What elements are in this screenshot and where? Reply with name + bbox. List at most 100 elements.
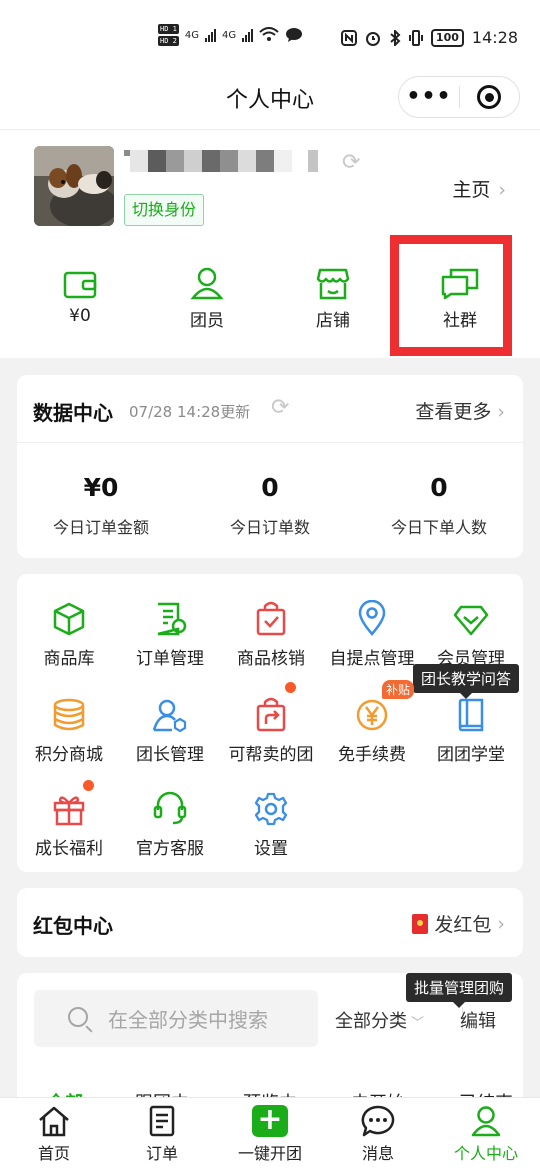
profile-icon [471, 1106, 501, 1137]
menu-label: 可帮卖的团 [228, 745, 314, 765]
menu-label: 订单管理 [136, 649, 204, 669]
data-center-header: 数据中心 07/28 14:28更新 ⟳ 查看更多 › [17, 375, 523, 443]
edit-button[interactable]: 编辑 [460, 1007, 496, 1033]
stat-label: 今日订单金额 [52, 518, 149, 537]
search-input[interactable]: 在全部分类中搜索 [34, 990, 318, 1047]
notification-dot [285, 682, 296, 693]
nav-label: 首页 [37, 1144, 70, 1163]
message-icon [361, 1105, 395, 1137]
stat-label: 今日订单数 [229, 518, 310, 537]
nav-label: 订单 [145, 1144, 178, 1163]
menu-label: 自提点管理 [329, 649, 415, 669]
quick-members-label: 团员 [190, 311, 224, 331]
more-dots-icon[interactable]: ••• [399, 86, 459, 108]
nav-messages[interactable]: 消息 [328, 1104, 428, 1164]
nav-start-group[interactable]: + 一键开团 [220, 1104, 320, 1164]
quick-store-label: 店铺 [316, 311, 350, 331]
plus-icon: + [252, 1105, 288, 1137]
book-icon [458, 698, 484, 732]
menu-member-management[interactable]: 会员管理 [419, 598, 523, 669]
chevron-right-icon: › [497, 912, 505, 935]
menu-label: 团长管理 [136, 745, 204, 765]
clock: 14:28 [471, 28, 518, 47]
menu-growth-benefits[interactable]: 成长福利 [17, 780, 121, 859]
chevron-down-icon: ﹀ [411, 1016, 425, 1031]
teaching-tooltip[interactable]: 团长教学问答 [413, 664, 520, 699]
verify-bag-icon [256, 601, 286, 636]
nav-label: 一键开团 [237, 1144, 302, 1163]
battery-indicator: 100 [430, 28, 464, 47]
highlight-box [390, 235, 512, 356]
coin-stack-icon [53, 698, 85, 731]
function-menu-card: 商品库 订单管理 商品核销 自提点管理 会员管理 团长教学问答 积分商城 团长管… [17, 574, 523, 872]
menu-label: 商品库 [43, 649, 95, 669]
notification-dot [83, 780, 94, 791]
close-miniprogram-button[interactable] [460, 85, 519, 109]
menu-customer-service[interactable]: 官方客服 [118, 788, 222, 859]
order-doc-icon [157, 602, 187, 636]
wallet-icon [63, 271, 97, 299]
category-label: 全部分类 [335, 1011, 407, 1032]
subsidy-badge: 补贴 [382, 680, 415, 699]
switch-identity-button[interactable]: 切换身份 [124, 194, 205, 226]
batch-manage-tooltip[interactable]: 批量管理团购 [406, 973, 513, 1008]
dog-photo [34, 146, 114, 226]
nav-profile[interactable]: 个人中心 [436, 1104, 536, 1164]
menu-label: 商品核销 [237, 649, 305, 669]
menu-fee-free[interactable]: 补贴 免手续费 [320, 680, 424, 765]
menu-product-library[interactable]: 商品库 [17, 598, 121, 669]
yen-coin-icon [356, 699, 388, 731]
red-packet-card: 红包中心 发红包 › [17, 888, 523, 957]
home-icon [39, 1106, 69, 1137]
menu-resellable-groups[interactable]: 可帮卖的团 [219, 682, 323, 765]
quick-wallet[interactable]: ¥0 [30, 264, 130, 326]
send-red-packet-button[interactable]: 发红包 › [412, 910, 505, 937]
hd1-badge: HD 1 [158, 24, 179, 34]
gear-icon [254, 792, 288, 826]
network-type-2: 4G [221, 29, 237, 41]
menu-leader-management[interactable]: 团长管理 [118, 694, 222, 765]
menu-verification[interactable]: 商品核销 [219, 598, 323, 669]
menu-settings[interactable]: 设置 [219, 788, 323, 859]
gift-icon [53, 796, 85, 826]
quick-members[interactable]: 团员 [157, 264, 257, 331]
menu-label: 积分商城 [35, 745, 103, 765]
refresh-icon[interactable]: ⟳ [342, 150, 360, 175]
nav-label: 消息 [361, 1144, 394, 1163]
signal-2-icon [242, 28, 254, 42]
target-icon [477, 85, 502, 109]
red-packet-title: 红包中心 [33, 914, 113, 938]
homepage-link[interactable]: 主页 › [452, 175, 506, 202]
miniprogram-capsule: ••• [398, 76, 520, 118]
network-indicators: HD 1 HD 2 4G 4G [158, 24, 303, 46]
share-bag-icon [256, 697, 286, 732]
menu-order-management[interactable]: 订单管理 [118, 598, 222, 669]
menu-academy[interactable]: 团团学堂 [419, 694, 523, 765]
chevron-right-icon: › [491, 401, 505, 423]
category-dropdown[interactable]: 全部分类 ﹀ [335, 1007, 424, 1033]
wifi-icon [259, 27, 279, 41]
menu-label: 设置 [254, 839, 288, 859]
red-envelope-icon [412, 913, 429, 934]
signal-1-icon [204, 28, 216, 42]
stat-order-count: 0 今日订单数 [186, 473, 354, 538]
quick-store[interactable]: 店铺 [283, 264, 383, 331]
homepage-label: 主页 [452, 179, 491, 201]
nav-orders[interactable]: 订单 [112, 1104, 212, 1164]
diamond-icon [453, 605, 489, 636]
view-more-link[interactable]: 查看更多 › [415, 397, 505, 424]
nav-home[interactable]: 首页 [4, 1104, 104, 1164]
menu-label: 团团学堂 [437, 745, 505, 765]
headset-icon [153, 791, 187, 825]
send-red-packet-label: 发红包 [434, 914, 492, 936]
avatar[interactable] [34, 146, 114, 226]
menu-points-mall[interactable]: 积分商城 [17, 694, 121, 765]
menu-pickup-points[interactable]: 自提点管理 [320, 598, 424, 669]
data-center-updated: 07/28 14:28更新 [129, 403, 251, 421]
menu-label: 免手续费 [338, 745, 406, 765]
search-placeholder: 在全部分类中搜索 [108, 1008, 268, 1032]
stat-label: 今日下单人数 [390, 518, 487, 537]
refresh-icon[interactable]: ⟳ [271, 395, 289, 420]
chevron-right-icon: › [492, 179, 506, 201]
bluetooth-icon [390, 29, 401, 46]
